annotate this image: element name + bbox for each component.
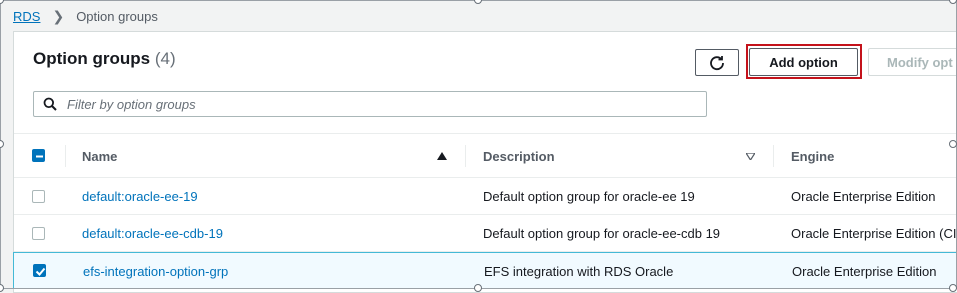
breadcrumb: RDS ❯ Option groups xyxy=(13,8,158,25)
column-header-engine[interactable]: Engine xyxy=(791,134,834,178)
page-title: Option groups (4) xyxy=(33,49,176,69)
resize-handle[interactable] xyxy=(474,284,482,292)
option-group-description: Default option group for oracle-ee 19 xyxy=(483,188,695,204)
resize-handle[interactable] xyxy=(0,0,4,4)
page-title-text: Option groups xyxy=(33,49,151,68)
option-group-description: EFS integration with RDS Oracle xyxy=(484,263,674,279)
table-row-selected[interactable]: efs-integration-option-grp EFS integrati… xyxy=(13,252,957,289)
breadcrumb-current: Option groups xyxy=(76,9,158,24)
breadcrumb-rds-link[interactable]: RDS xyxy=(13,9,40,24)
resize-handle[interactable] xyxy=(949,0,957,4)
resize-handle[interactable] xyxy=(474,0,482,4)
option-group-engine: Oracle Enterprise Edition (CI xyxy=(791,225,957,241)
column-divider xyxy=(465,145,466,167)
refresh-button[interactable] xyxy=(695,49,739,76)
column-header-description[interactable]: Description xyxy=(483,134,555,178)
filter-search-box[interactable] xyxy=(33,91,707,117)
indeterminate-icon xyxy=(36,155,43,158)
resize-handle[interactable] xyxy=(949,284,957,292)
option-groups-panel: Option groups (4) Add option Modify opt … xyxy=(13,31,957,293)
checkmark-icon xyxy=(35,267,46,276)
row-checkbox-checked[interactable] xyxy=(33,264,46,277)
option-group-name-link[interactable]: default:oracle-ee-cdb-19 xyxy=(82,215,223,251)
modify-option-button[interactable]: Modify opt xyxy=(868,48,957,76)
resize-handle[interactable] xyxy=(949,140,957,148)
resize-handle[interactable] xyxy=(0,284,4,292)
filter-input[interactable] xyxy=(65,95,669,113)
search-icon xyxy=(43,97,57,111)
table-row[interactable]: default:oracle-ee-19 Default option grou… xyxy=(14,178,957,215)
table-row[interactable]: default:oracle-ee-cdb-19 Default option … xyxy=(14,215,957,252)
column-divider xyxy=(65,145,66,167)
option-group-engine: Oracle Enterprise Edition xyxy=(791,188,936,204)
column-header-name[interactable]: Name xyxy=(82,134,117,178)
option-group-name-link[interactable]: default:oracle-ee-19 xyxy=(82,178,198,214)
row-checkbox[interactable] xyxy=(32,190,45,203)
option-group-description: Default option group for oracle-ee-cdb 1… xyxy=(483,225,721,241)
sort-ascending-icon[interactable] xyxy=(437,134,447,178)
sort-descending-icon[interactable] xyxy=(746,134,755,178)
option-group-name-link[interactable]: efs-integration-option-grp xyxy=(83,253,228,289)
refresh-icon xyxy=(710,55,724,70)
item-count: (4) xyxy=(154,49,176,68)
row-checkbox[interactable] xyxy=(32,227,45,240)
select-all-checkbox[interactable] xyxy=(32,149,45,162)
chevron-right-icon: ❯ xyxy=(52,8,65,24)
column-divider xyxy=(773,145,774,167)
add-option-button[interactable]: Add option xyxy=(749,48,858,76)
table-header: Name Description Engine xyxy=(14,133,957,178)
option-group-engine: Oracle Enterprise Edition xyxy=(792,263,937,279)
resize-handle[interactable] xyxy=(0,140,4,148)
